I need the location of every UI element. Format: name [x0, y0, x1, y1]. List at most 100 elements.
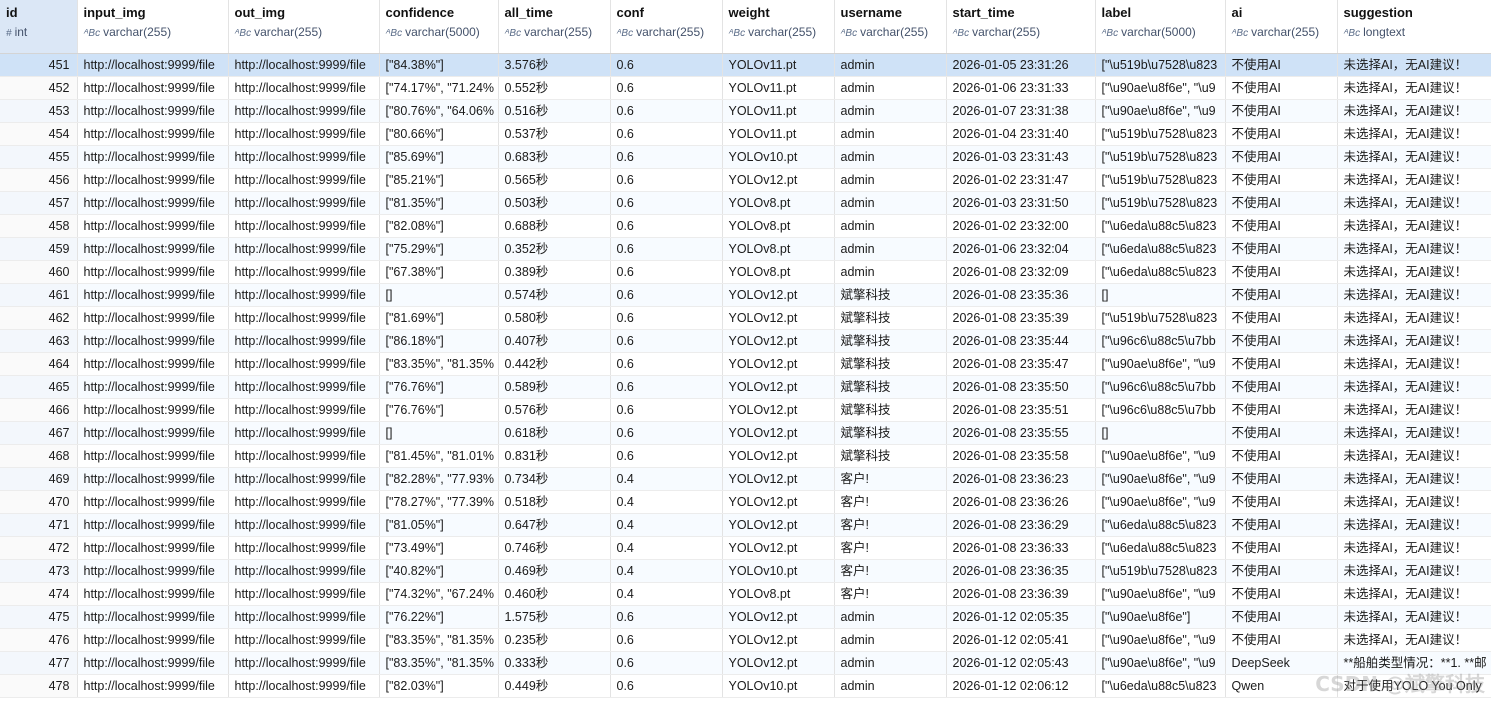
cell-input-img[interactable]: http://localhost:9999/file [77, 122, 229, 146]
cell-username[interactable]: 客户! [834, 467, 947, 491]
cell-conf[interactable]: 0.6 [610, 628, 723, 652]
cell-all-time[interactable]: 0.618秒 [498, 421, 611, 445]
cell-id[interactable]: 478 [0, 674, 78, 698]
cell-suggestion[interactable]: 未选择AI，无AI建议！ [1337, 99, 1491, 123]
cell-all-time[interactable]: 0.389秒 [498, 260, 611, 284]
cell-start-time[interactable]: 2026-01-02 23:31:47 [946, 168, 1096, 192]
cell-username[interactable]: 客户! [834, 559, 947, 583]
cell-start-time[interactable]: 2026-01-08 23:36:29 [946, 513, 1096, 537]
cell-all-time[interactable]: 0.688秒 [498, 214, 611, 238]
cell-all-time[interactable]: 0.647秒 [498, 513, 611, 537]
cell-out-img[interactable]: http://localhost:9999/file [228, 513, 380, 537]
cell-id[interactable]: 475 [0, 605, 78, 629]
cell-ai[interactable]: 不使用AI [1225, 467, 1338, 491]
cell-out-img[interactable]: http://localhost:9999/file [228, 145, 380, 169]
cell-start-time[interactable]: 2026-01-08 23:35:47 [946, 352, 1096, 376]
cell-label[interactable]: ["\u96c6\u88c5\u7bb [1095, 398, 1226, 422]
cell-weight[interactable]: YOLOv12.pt [722, 168, 835, 192]
table-row[interactable]: 473 http://localhost:9999/file http://loca… [0, 559, 1491, 583]
cell-suggestion[interactable]: 未选择AI，无AI建议！ [1337, 260, 1491, 284]
cell-ai[interactable]: DeepSeek [1225, 651, 1338, 675]
cell-weight[interactable]: YOLOv12.pt [722, 536, 835, 560]
cell-start-time[interactable]: 2026-01-08 23:35:36 [946, 283, 1096, 307]
cell-label[interactable]: ["\u6eda\u88c5\u823 [1095, 536, 1226, 560]
cell-out-img[interactable]: http://localhost:9999/file [228, 306, 380, 330]
cell-confidence[interactable]: ["84.38%"] [379, 53, 499, 77]
cell-suggestion[interactable]: 未选择AI，无AI建议！ [1337, 628, 1491, 652]
cell-conf[interactable]: 0.6 [610, 53, 723, 77]
cell-id[interactable]: 469 [0, 467, 78, 491]
cell-out-img[interactable]: http://localhost:9999/file [228, 398, 380, 422]
cell-conf[interactable]: 0.4 [610, 582, 723, 606]
cell-conf[interactable]: 0.6 [610, 283, 723, 307]
table-row[interactable]: 458 http://localhost:9999/file http://loca… [0, 214, 1491, 238]
cell-id[interactable]: 466 [0, 398, 78, 422]
cell-ai[interactable]: 不使用AI [1225, 444, 1338, 468]
column-header-ai[interactable]: ai ᴬBc varchar(255) [1225, 0, 1338, 54]
cell-start-time[interactable]: 2026-01-08 23:35:51 [946, 398, 1096, 422]
cell-label[interactable]: ["\u96c6\u88c5\u7bb [1095, 375, 1226, 399]
cell-input-img[interactable]: http://localhost:9999/file [77, 582, 229, 606]
cell-ai[interactable]: 不使用AI [1225, 421, 1338, 445]
table-row[interactable]: 466 http://localhost:9999/file http://loca… [0, 398, 1491, 422]
cell-username[interactable]: 客户! [834, 536, 947, 560]
cell-ai[interactable]: 不使用AI [1225, 99, 1338, 123]
cell-username[interactable]: 斌擎科技 [834, 444, 947, 468]
cell-all-time[interactable]: 0.831秒 [498, 444, 611, 468]
cell-conf[interactable]: 0.6 [610, 99, 723, 123]
cell-id[interactable]: 458 [0, 214, 78, 238]
cell-username[interactable]: admin [834, 214, 947, 238]
cell-conf[interactable]: 0.6 [610, 145, 723, 169]
cell-suggestion[interactable]: 未选择AI，无AI建议！ [1337, 536, 1491, 560]
cell-conf[interactable]: 0.6 [610, 122, 723, 146]
cell-username[interactable]: 斌擎科技 [834, 421, 947, 445]
cell-start-time[interactable]: 2026-01-04 23:31:40 [946, 122, 1096, 146]
column-header-conf[interactable]: conf ᴬBc varchar(255) [610, 0, 723, 54]
cell-all-time[interactable]: 0.503秒 [498, 191, 611, 215]
table-row[interactable]: 478 http://localhost:9999/file http://loca… [0, 674, 1491, 698]
cell-id[interactable]: 476 [0, 628, 78, 652]
cell-username[interactable]: admin [834, 260, 947, 284]
cell-id[interactable]: 467 [0, 421, 78, 445]
cell-input-img[interactable]: http://localhost:9999/file [77, 352, 229, 376]
cell-label[interactable]: ["\u90ae\u8f6e", "\u9 [1095, 651, 1226, 675]
cell-all-time[interactable]: 0.552秒 [498, 76, 611, 100]
cell-ai[interactable]: 不使用AI [1225, 306, 1338, 330]
cell-label[interactable]: ["\u519b\u7528\u823 [1095, 145, 1226, 169]
table-row[interactable]: 457 http://localhost:9999/file http://loca… [0, 191, 1491, 215]
column-header-username[interactable]: username ᴬBc varchar(255) [834, 0, 947, 54]
cell-username[interactable]: admin [834, 628, 947, 652]
cell-ai[interactable]: 不使用AI [1225, 536, 1338, 560]
cell-suggestion[interactable]: 未选择AI，无AI建议！ [1337, 53, 1491, 77]
cell-confidence[interactable]: ["82.08%"] [379, 214, 499, 238]
cell-conf[interactable]: 0.4 [610, 559, 723, 583]
table-row[interactable]: 469 http://localhost:9999/file http://loca… [0, 467, 1491, 491]
cell-label[interactable]: ["\u6eda\u88c5\u823 [1095, 214, 1226, 238]
cell-confidence[interactable]: ["86.18%"] [379, 329, 499, 353]
cell-id[interactable]: 465 [0, 375, 78, 399]
cell-conf[interactable]: 0.6 [610, 260, 723, 284]
cell-ai[interactable]: 不使用AI [1225, 168, 1338, 192]
table-row[interactable]: 474 http://localhost:9999/file http://loca… [0, 582, 1491, 606]
cell-username[interactable]: admin [834, 168, 947, 192]
cell-all-time[interactable]: 0.333秒 [498, 651, 611, 675]
cell-suggestion[interactable]: 未选择AI，无AI建议！ [1337, 605, 1491, 629]
cell-label[interactable]: ["\u6eda\u88c5\u823 [1095, 513, 1226, 537]
cell-label[interactable]: ["\u90ae\u8f6e", "\u9 [1095, 444, 1226, 468]
cell-username[interactable]: admin [834, 605, 947, 629]
cell-id[interactable]: 457 [0, 191, 78, 215]
cell-weight[interactable]: YOLOv12.pt [722, 306, 835, 330]
column-header-input-img[interactable]: input_img ᴬBc varchar(255) [77, 0, 229, 54]
cell-start-time[interactable]: 2026-01-12 02:05:35 [946, 605, 1096, 629]
cell-label[interactable]: ["\u519b\u7528\u823 [1095, 122, 1226, 146]
cell-input-img[interactable]: http://localhost:9999/file [77, 559, 229, 583]
cell-confidence[interactable]: ["83.35%", "81.35% [379, 651, 499, 675]
table-row[interactable]: 456 http://localhost:9999/file http://loca… [0, 168, 1491, 192]
cell-all-time[interactable]: 0.449秒 [498, 674, 611, 698]
cell-ai[interactable]: 不使用AI [1225, 559, 1338, 583]
cell-out-img[interactable]: http://localhost:9999/file [228, 260, 380, 284]
cell-ai[interactable]: 不使用AI [1225, 76, 1338, 100]
cell-confidence[interactable]: ["76.22%"] [379, 605, 499, 629]
cell-start-time[interactable]: 2026-01-12 02:05:41 [946, 628, 1096, 652]
cell-start-time[interactable]: 2026-01-05 23:31:26 [946, 53, 1096, 77]
